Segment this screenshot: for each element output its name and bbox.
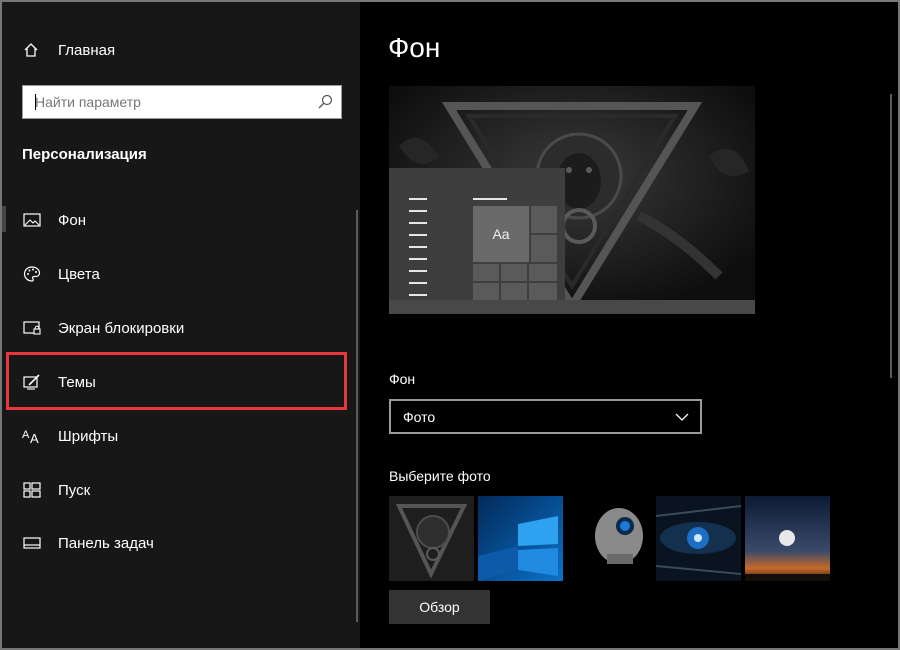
title-line [473,198,507,200]
photo-thumb-moon-sunset[interactable] [745,496,830,581]
sidebar-item-label: Цвета [58,265,100,283]
text-caret [35,94,36,110]
menu-lines [409,198,427,306]
chevron-down-icon [674,409,690,425]
sidebar-item-label: Фон [58,211,87,229]
photo-thumb-lion[interactable] [389,496,474,581]
sidebar-scrollbar[interactable] [356,210,358,622]
lock-screen-icon [22,318,42,338]
start-icon [22,480,42,500]
sidebar-item-label: Шрифты [58,427,119,445]
svg-text:A: A [22,429,30,441]
home-link[interactable]: Главная [22,38,115,62]
search-input[interactable] [23,86,313,118]
picture-icon [22,210,42,230]
taskbar-preview [389,300,755,314]
photo-thumb-skull[interactable] [567,496,652,581]
window-preview: Aa [389,168,565,314]
sidebar-item-label: Экран блокировки [58,319,185,337]
main-scrollbar[interactable] [890,94,892,378]
fonts-icon: AA [22,426,42,446]
search-box[interactable] [22,85,342,119]
themes-highlight-frame [6,352,347,410]
background-type-label: Фон [389,371,416,387]
sidebar-item-label: Пуск [58,481,91,499]
sidebar-item-label: Панель задач [58,534,154,552]
sidebar-item-fonts[interactable]: AA Шрифты [2,413,348,459]
dropdown-value: Фото [403,408,436,425]
browse-button[interactable]: Обзор [389,590,490,624]
background-preview: Aa [389,86,755,314]
sidebar-item-colors[interactable]: Цвета [2,251,348,297]
photo-thumb-tech-eye[interactable] [656,496,741,581]
search-icon[interactable] [317,94,333,110]
svg-text:A: A [30,431,39,445]
sidebar: Главная Персонализация Фон Цвета [2,2,360,648]
tile-grid: Aa [473,206,557,300]
main-pane: Фон Aa Фон Фото Выберите фото Обзор [360,2,898,648]
taskbar-icon [22,533,42,553]
page-title: Фон [388,32,441,63]
choose-photo-label: Выберите фото [389,468,491,484]
sidebar-item-taskbar[interactable]: Панель задач [2,520,348,566]
home-icon [22,41,40,59]
palette-icon [22,264,42,284]
settings-window: Главная Персонализация Фон Цвета [2,2,898,648]
sidebar-item-background[interactable]: Фон [2,197,348,243]
preview-tile: Aa [473,206,529,262]
sidebar-item-start[interactable]: Пуск [2,467,348,513]
sidebar-item-lock-screen[interactable]: Экран блокировки [2,305,348,351]
section-title: Персонализация [22,146,147,163]
photo-thumb-windows[interactable] [478,496,563,581]
home-label: Главная [58,41,116,59]
background-type-dropdown[interactable]: Фото [389,399,702,434]
